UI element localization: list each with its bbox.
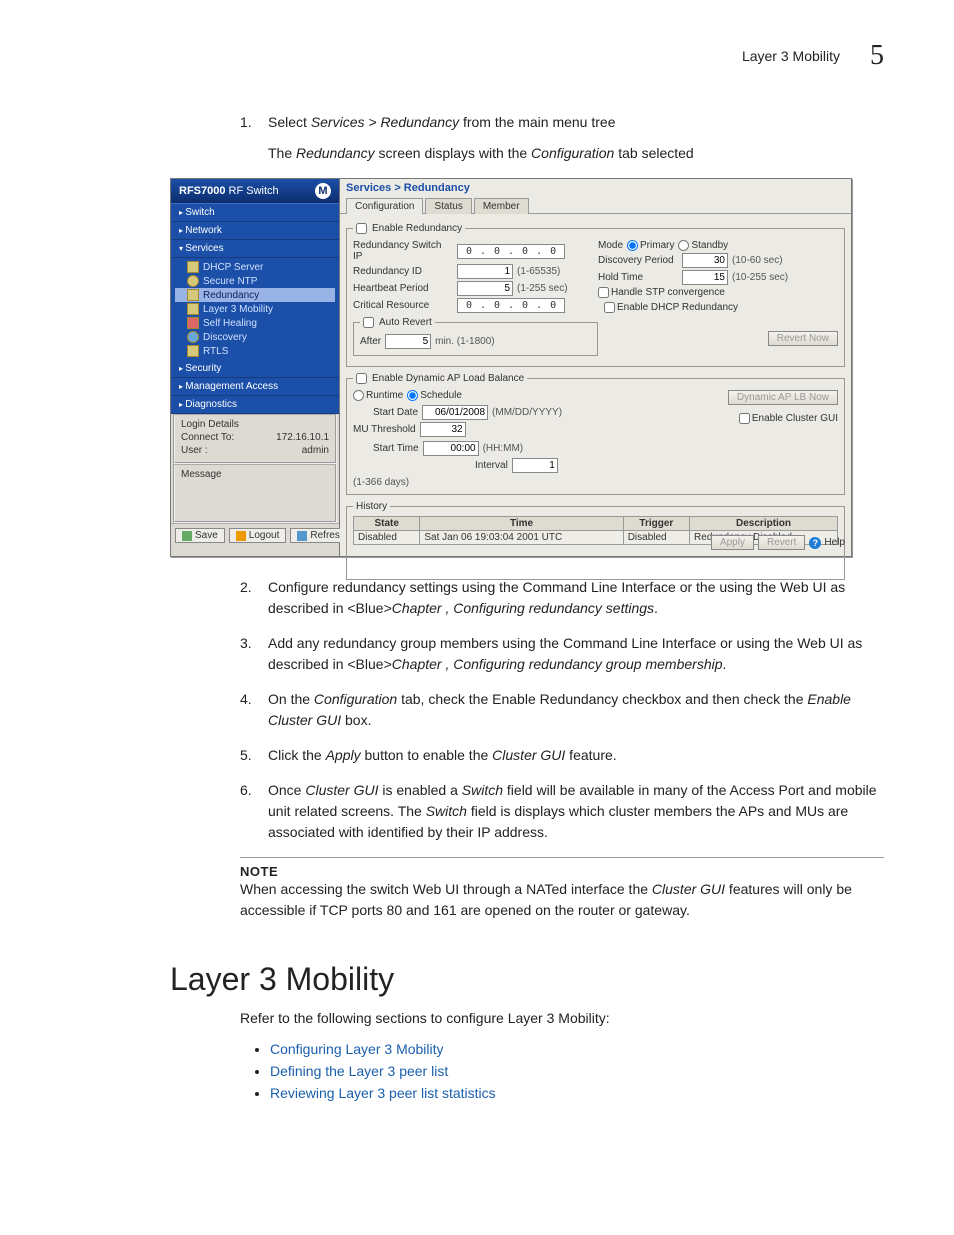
rtls-icon bbox=[187, 345, 199, 357]
redundancy-icon bbox=[187, 289, 199, 301]
logout-button[interactable]: Logout bbox=[229, 528, 287, 543]
enable-redundancy-group: Enable Redundancy Redundancy Switch IP 0… bbox=[346, 223, 845, 367]
step-item: 4.On the Configuration tab, check the En… bbox=[240, 689, 884, 731]
tabs: Configuration Status Member bbox=[340, 197, 851, 214]
nav-item-ntp[interactable]: Secure NTP bbox=[175, 274, 335, 288]
step-item: 5.Click the Apply button to enable the C… bbox=[240, 745, 884, 766]
page-header: Layer 3 Mobility 5 bbox=[70, 40, 884, 72]
hold-time-input[interactable] bbox=[682, 270, 728, 285]
server-icon bbox=[187, 261, 199, 273]
discovery-period-input[interactable] bbox=[682, 253, 728, 268]
login-details-panel: Login Details Connect To:172.16.10.1 Use… bbox=[173, 414, 337, 464]
clock-icon bbox=[187, 275, 199, 287]
refresh-icon bbox=[297, 531, 307, 541]
enable-dynamic-ap-lb-checkbox[interactable]: Enable Dynamic AP Load Balance bbox=[356, 373, 524, 384]
auto-revert-group: Auto Revert After min. (1-1800) bbox=[353, 317, 598, 356]
nav-security[interactable]: Security bbox=[171, 360, 339, 378]
nav-item-redundancy[interactable]: Redundancy bbox=[175, 288, 335, 302]
step-number: 1. bbox=[240, 112, 268, 164]
nav-item-dhcp[interactable]: DHCP Server bbox=[175, 260, 335, 274]
mode-standby-radio[interactable]: Standby bbox=[678, 240, 728, 251]
heartbeat-period-input[interactable] bbox=[457, 281, 513, 296]
handle-stp-checkbox[interactable]: Handle STP convergence bbox=[598, 287, 725, 298]
nav-item-rtls[interactable]: RTLS bbox=[175, 344, 335, 358]
enable-cluster-gui-checkbox[interactable]: Enable Cluster GUI bbox=[739, 413, 838, 424]
dynamic-ap-lb-group: Enable Dynamic AP Load Balance Runtime S… bbox=[346, 373, 845, 495]
help-button[interactable]: ?Help bbox=[809, 537, 845, 549]
nav-network[interactable]: Network bbox=[171, 222, 339, 240]
apply-button[interactable]: Apply bbox=[711, 535, 754, 550]
note-label: NOTE bbox=[240, 864, 884, 879]
nav-services[interactable]: Services bbox=[171, 240, 339, 258]
note-block: NOTE When accessing the switch Web UI th… bbox=[240, 857, 884, 921]
section-heading: Layer 3 Mobility bbox=[170, 961, 884, 998]
nav-switch[interactable]: Switch bbox=[171, 204, 339, 222]
redundancy-switch-ip-input[interactable]: 0.0.0.0 bbox=[457, 244, 565, 259]
brand-bar: RFS7000 RF Switch M bbox=[171, 179, 339, 203]
nav-item-selfheal[interactable]: Self Healing bbox=[175, 316, 335, 330]
link-configuring-l3-mobility[interactable]: Configuring Layer 3 Mobility bbox=[270, 1041, 444, 1057]
discovery-icon bbox=[187, 331, 199, 343]
nav-diag[interactable]: Diagnostics bbox=[171, 396, 339, 414]
link-defining-l3-peer-list[interactable]: Defining the Layer 3 peer list bbox=[270, 1063, 448, 1079]
step-1: 1. Select Services > Redundancy from the… bbox=[240, 112, 884, 164]
nav-services-tree: DHCP Server Secure NTP Redundancy Layer … bbox=[171, 258, 339, 360]
save-icon bbox=[182, 531, 192, 541]
tab-configuration[interactable]: Configuration bbox=[346, 198, 423, 214]
start-time-input[interactable] bbox=[423, 441, 479, 456]
enable-redundancy-checkbox[interactable]: Enable Redundancy bbox=[356, 223, 462, 234]
nav-item-l3mobility[interactable]: Layer 3 Mobility bbox=[175, 302, 335, 316]
runtime-radio[interactable]: Runtime bbox=[353, 390, 403, 401]
help-icon: ? bbox=[809, 537, 821, 549]
save-button[interactable]: Save bbox=[175, 528, 225, 543]
step-item: 3.Add any redundancy group members using… bbox=[240, 633, 884, 675]
step-item: 2.Configure redundancy settings using th… bbox=[240, 577, 884, 619]
header-title: Layer 3 Mobility bbox=[742, 48, 840, 64]
enable-dhcp-redundancy-checkbox[interactable]: Enable DHCP Redundancy bbox=[604, 302, 738, 313]
redundancy-id-input[interactable] bbox=[457, 264, 513, 279]
critical-resource-input[interactable]: 0.0.0.0 bbox=[457, 298, 565, 313]
schedule-radio[interactable]: Schedule bbox=[407, 390, 462, 401]
nav-item-discovery[interactable]: Discovery bbox=[175, 330, 335, 344]
nav-mgmt[interactable]: Management Access bbox=[171, 378, 339, 396]
tab-member[interactable]: Member bbox=[474, 198, 529, 214]
logout-icon bbox=[236, 531, 246, 541]
mobility-icon bbox=[187, 303, 199, 315]
dynamic-ap-lb-now-button[interactable]: Dynamic AP LB Now bbox=[728, 390, 838, 405]
mu-threshold-input[interactable] bbox=[420, 422, 466, 437]
revert-button[interactable]: Revert bbox=[758, 535, 805, 550]
message-panel: Message bbox=[173, 464, 337, 523]
heal-icon bbox=[187, 317, 199, 329]
tab-status[interactable]: Status bbox=[425, 198, 471, 214]
header-page-number: 5 bbox=[870, 40, 884, 72]
auto-revert-checkbox[interactable]: Auto Revert bbox=[363, 317, 432, 328]
screenshot-redundancy: RFS7000 RF Switch M Switch Network Servi… bbox=[170, 178, 852, 557]
mode-primary-radio[interactable]: Primary bbox=[627, 240, 674, 251]
interval-input[interactable] bbox=[512, 458, 558, 473]
link-reviewing-l3-peer-stats[interactable]: Reviewing Layer 3 peer list statistics bbox=[270, 1085, 496, 1101]
revert-now-button[interactable]: Revert Now bbox=[768, 331, 838, 346]
link-list: Configuring Layer 3 Mobility Defining th… bbox=[270, 1041, 884, 1101]
after-input[interactable] bbox=[385, 334, 431, 349]
section-intro: Refer to the following sections to confi… bbox=[240, 1008, 884, 1029]
step-item: 6.Once Cluster GUI is enabled a Switch f… bbox=[240, 780, 884, 843]
motorola-logo-icon: M bbox=[315, 183, 331, 199]
start-date-input[interactable] bbox=[422, 405, 488, 420]
breadcrumb: Services > Redundancy bbox=[340, 179, 851, 197]
